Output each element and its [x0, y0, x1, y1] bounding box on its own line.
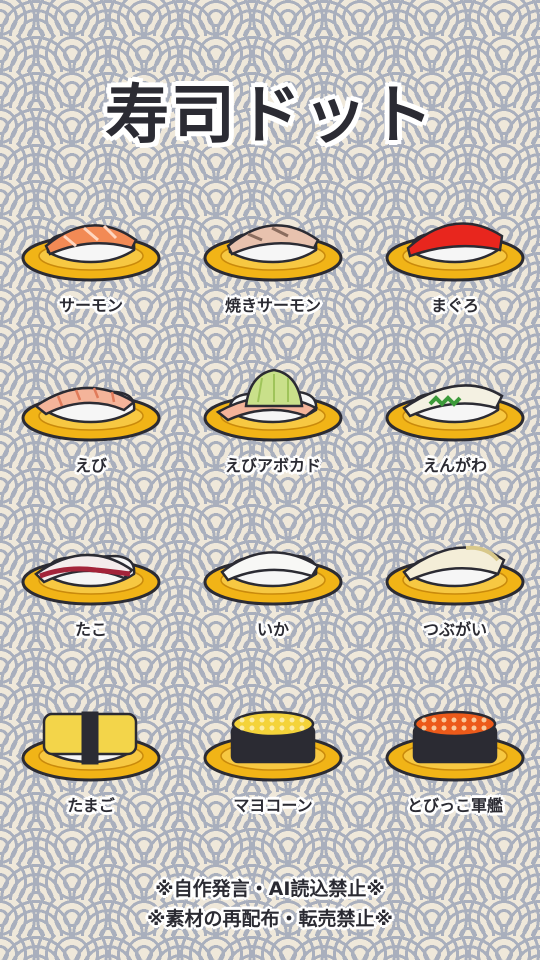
sushi-item-octopus: たこ [6, 530, 176, 680]
sushi-illustration-egg [21, 711, 161, 782]
sushi-item-tuna: まぐろ [370, 206, 540, 356]
notice-no-self-claim: ※自作発言・AI読込禁止※ [155, 878, 385, 900]
sushi-label: たこ [74, 620, 107, 639]
sushi-item-engawa: えんがわ [370, 366, 540, 516]
sushi-label: 焼きサーモン [224, 296, 321, 315]
sushi-illustration-seared-salmon [203, 224, 343, 282]
sushi-illustration-mayo-corn-gunkan [203, 710, 343, 782]
sushi-label: とびっこ軍艦 [406, 796, 503, 815]
sushi-illustration-shrimp [21, 386, 161, 442]
sushi-item-mayo-corn-gunkan: マヨコーン [188, 706, 358, 856]
sushi-illustration-salmon [21, 224, 161, 282]
notice-no-redistribution: ※素材の再配布・転売禁止※ [147, 908, 393, 930]
sushi-label: いか [256, 620, 289, 639]
sushi-illustration-whelk [385, 545, 525, 606]
sushi-item-tobiko-gunkan: とびっこ軍艦 [370, 706, 540, 856]
sushi-label: マヨコーン [233, 796, 313, 815]
sushi-label: サーモン [58, 296, 123, 315]
sushi-label: えびアボカド [224, 456, 321, 475]
sushi-item-whelk: つぶがい [370, 530, 540, 680]
sushi-label: えび [74, 456, 107, 475]
sushi-illustration-shrimp-avocado [203, 368, 343, 442]
sushi-illustration-squid [203, 551, 343, 606]
sushi-item-seared-salmon: 焼きサーモン [188, 206, 358, 356]
sushi-item-egg: たまご [6, 706, 176, 856]
sushi-illustration-octopus [21, 553, 161, 606]
page-title: 寿司ドット [105, 79, 435, 153]
sushi-item-shrimp-avocado: えびアボカド [188, 366, 358, 516]
sushi-label: つぶがい [422, 620, 487, 639]
sushi-item-squid: いか [188, 530, 358, 680]
sushi-label: まぐろ [430, 296, 479, 315]
sushi-illustration-tuna [385, 222, 525, 282]
sushi-item-salmon: サーモン [6, 206, 176, 356]
sushi-illustration-engawa [385, 384, 525, 442]
sushi-item-shrimp: えび [6, 366, 176, 516]
sushi-label: たまご [67, 796, 115, 815]
sushi-illustration-tobiko-gunkan [385, 710, 525, 782]
sushi-label: えんがわ [422, 456, 487, 475]
